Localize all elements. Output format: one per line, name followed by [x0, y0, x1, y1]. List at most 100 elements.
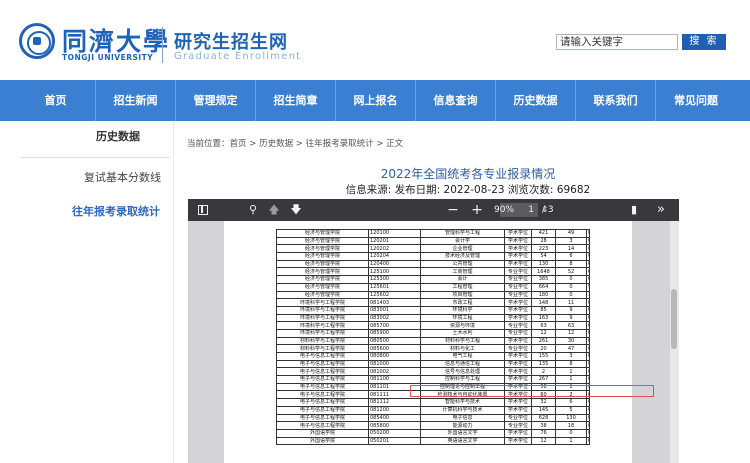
table-cell: 63	[555, 321, 587, 330]
table-cell: 12	[531, 436, 556, 446]
table-cell: 32	[586, 290, 590, 300]
zoom-select[interactable]: 90%	[494, 199, 524, 221]
table-row: 环境科学与工程学院085900土木水利专业学位12120	[276, 328, 590, 338]
table-row: 电子与信息工程学院081112智能科学与技术学术学位3260	[276, 398, 590, 407]
table-cell: 38	[531, 421, 556, 430]
table-cell: 49	[555, 229, 587, 238]
table-cell: 经济与管理学院	[276, 244, 369, 254]
bookmark-icon[interactable]: ▮	[628, 199, 640, 221]
search-input[interactable]: 请输入关键字	[556, 34, 678, 50]
nav-item-contact[interactable]: 联系我们	[576, 80, 656, 121]
table-cell: 6	[555, 398, 587, 407]
search-icon[interactable]: ⚲	[246, 199, 260, 221]
table-cell: 0	[586, 259, 590, 269]
sidebar-item-score-line[interactable]: 复试基本分数线	[84, 169, 161, 185]
table-cell: 148	[531, 298, 556, 307]
table-cell: 1648	[531, 267, 556, 277]
table-cell: 材料科学与工程	[420, 336, 505, 346]
table-row: 环境科学与工程学院083001环境科学学术学位8590	[276, 305, 590, 315]
table-cell: 050201	[368, 436, 421, 446]
pdf-toolbar: ⚲ 🡅 🡇 1 / 3 − + 90% ⇕ ▮ »	[188, 199, 679, 221]
table-row: 环境科学与工程学院083002环境工程学术学位16390	[276, 313, 590, 323]
sidebar-item-admission-stats[interactable]: 往年报考录取统计	[72, 203, 160, 219]
breadcrumb-history[interactable]: 历史数据	[259, 139, 293, 149]
nav-item-regulations[interactable]: 管理规定	[176, 80, 256, 121]
table-cell: 125100	[368, 267, 421, 277]
table-cell: 环境科学与工程学院	[276, 313, 369, 323]
search-button[interactable]: 搜 索	[682, 34, 726, 50]
table-cell: 外国语学院	[276, 436, 369, 446]
table-cell: 电子与信息工程学院	[276, 398, 369, 407]
table-cell: 0	[586, 436, 590, 446]
table-cell: 120202	[368, 244, 421, 254]
table-cell: 14	[555, 244, 587, 254]
nav-item-history-data[interactable]: 历史数据	[496, 80, 576, 121]
table-cell: 学术学位	[504, 236, 532, 246]
table-cell: 0	[586, 398, 590, 407]
table-cell: 085900	[368, 328, 421, 338]
breadcrumb-stats[interactable]: 往年报考录取统计	[306, 139, 374, 149]
table-row: 电子与信息工程学院080800电气工程学术学位15530	[276, 352, 590, 361]
table-cell: 91	[586, 282, 590, 292]
logo-divider	[162, 27, 163, 63]
table-cell: 081002	[368, 367, 421, 377]
breadcrumb-home[interactable]: 首页	[230, 139, 247, 149]
zoom-out-icon[interactable]: −	[447, 199, 459, 221]
table-cell: 080500	[368, 336, 421, 346]
nav-item-info-query[interactable]: 信息查询	[416, 80, 496, 121]
table-row: 环境科学与工程学院085700资源与环境专业学位63630	[276, 321, 590, 330]
table-cell: 1	[555, 436, 587, 446]
arrow-down-icon[interactable]: 🡇	[290, 199, 302, 221]
table-cell: 控制科学与工程	[420, 375, 505, 384]
nav-item-brochure[interactable]: 招生简章	[256, 80, 336, 121]
table-cell: 经济与管理学院	[276, 229, 369, 238]
table-cell: 32	[531, 398, 556, 407]
zoom-in-icon[interactable]: +	[471, 199, 483, 221]
table-cell: 材料与化工	[420, 344, 505, 353]
table-cell: 企业管理	[420, 244, 505, 254]
table-cell: 1	[555, 375, 587, 384]
breadcrumb-sep: >	[246, 139, 260, 149]
nav-item-faq[interactable]: 常见问题	[656, 80, 736, 121]
table-cell: 0	[586, 313, 590, 323]
table-cell: 628	[531, 413, 556, 423]
site-subtitle: Graduate Enrollment	[174, 51, 302, 62]
table-cell: 学术学位	[504, 313, 532, 323]
pdf-scrollbar-thumb[interactable]	[671, 289, 677, 349]
table-cell: 0	[586, 336, 590, 346]
table-cell: 0	[586, 244, 590, 254]
table-cell: 145	[531, 405, 556, 415]
table-cell: 76	[531, 428, 556, 438]
nav-item-home[interactable]: 首页	[16, 80, 96, 121]
more-tools-icon[interactable]: »	[652, 199, 670, 221]
table-cell: 工商管理	[420, 267, 505, 277]
table-row: 电子与信息工程学院085800能源动力专业学位38180	[276, 421, 590, 430]
sidebar-toggle-icon[interactable]	[196, 199, 210, 221]
table-row: 经济与管理学院120100管理科学与工程学术学位421490	[276, 229, 590, 238]
table-row: 电子与信息工程学院081002信号与信息处理学术学位210	[276, 367, 590, 377]
pdf-stats-table: 经济与管理学院120100管理科学与工程学术学位421490经济与管理学院120…	[276, 229, 590, 446]
table-cell: 9	[555, 313, 587, 323]
table-cell: 0	[586, 359, 590, 369]
nav-item-news[interactable]: 招生新闻	[96, 80, 176, 121]
table-cell: 85	[531, 305, 556, 315]
university-seal-logo[interactable]	[19, 23, 55, 59]
table-cell: 63	[531, 321, 556, 330]
table-cell: 电子与信息工程学院	[276, 359, 369, 369]
table-cell: 0	[586, 421, 590, 430]
table-cell: 0	[555, 282, 587, 292]
table-cell: 120400	[368, 259, 421, 269]
arrow-up-icon[interactable]: 🡅	[268, 199, 280, 221]
table-cell: 英语语言文学	[420, 436, 505, 446]
logo-english-name: TONGJI UNIVERSITY	[62, 53, 154, 62]
table-cell: 54	[531, 252, 556, 261]
nav-item-online-registration[interactable]: 网上报名	[336, 80, 416, 121]
table-cell: 电子信息	[420, 413, 505, 423]
chevron-updown-icon[interactable]: ⇕	[540, 199, 550, 221]
table-cell: 0	[586, 252, 590, 261]
table-cell: 能源动力	[420, 421, 505, 430]
table-row: 经济与管理学院120400公共管理学术学位13080	[276, 259, 590, 269]
table-cell: 环境科学与工程学院	[276, 305, 369, 315]
table-cell: 47	[555, 344, 587, 353]
table-cell: 665	[586, 267, 590, 277]
